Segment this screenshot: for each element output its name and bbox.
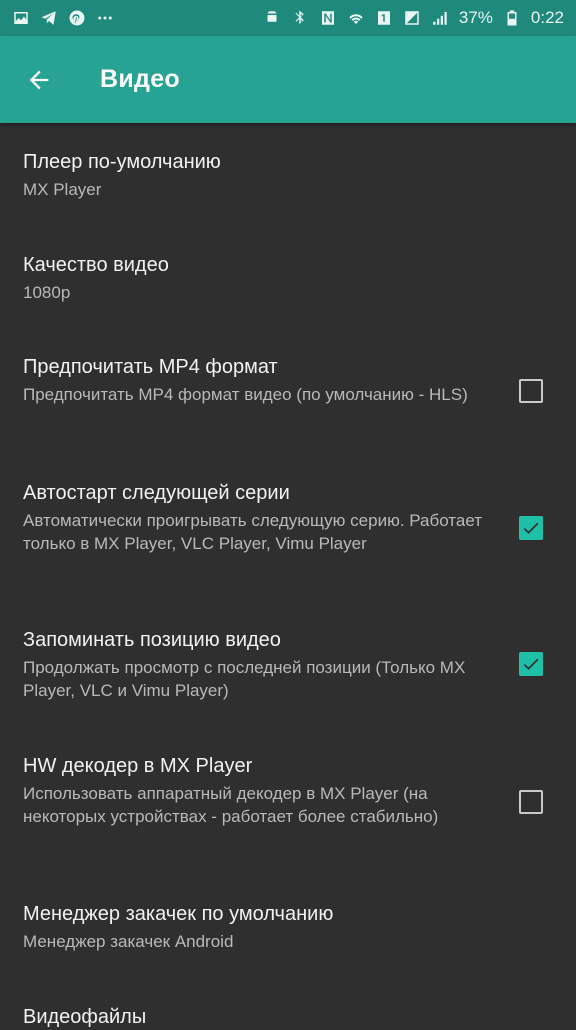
image-icon xyxy=(12,9,30,27)
setting-prefer-mp4[interactable]: Предпочитать MP4 формат Предпочитать MP4… xyxy=(0,354,576,406)
setting-title: Предпочитать MP4 формат xyxy=(23,356,278,378)
more-dots-icon xyxy=(96,9,114,27)
setting-default-player[interactable]: Плеер по-умолчанию MX Player xyxy=(0,149,576,201)
prefer-mp4-checkbox[interactable] xyxy=(519,379,543,403)
telegram-icon xyxy=(40,9,58,27)
nfc-icon xyxy=(319,9,337,27)
setting-subtitle: MX Player xyxy=(23,180,102,199)
setting-subtitle: Продолжать просмотр с последней позиции … xyxy=(23,658,466,700)
setting-title: Качество видео xyxy=(23,254,169,276)
status-bar-left xyxy=(12,9,114,27)
android-icon xyxy=(263,9,281,27)
app-bar: Видео xyxy=(0,36,576,123)
status-bar: 37% 0:22 xyxy=(0,0,576,36)
setting-title: HW декодер в MX Player xyxy=(23,755,253,777)
setting-title: Запоминать позицию видео xyxy=(23,629,281,651)
setting-autostart-next[interactable]: Автостарт следующей серии Автоматически … xyxy=(0,480,576,555)
setting-remember-position[interactable]: Запоминать позицию видео Продолжать прос… xyxy=(0,627,576,702)
setting-download-manager[interactable]: Менеджер закачек по умолчанию Менеджер з… xyxy=(0,901,576,953)
back-button[interactable] xyxy=(24,65,54,95)
pinterest-icon xyxy=(68,9,86,27)
setting-subtitle: Менеджер закачек Android xyxy=(23,932,234,951)
setting-video-files[interactable]: Видеофайлы xyxy=(0,1004,576,1030)
arrow-back-icon xyxy=(29,70,49,89)
signal-icon-2 xyxy=(431,9,449,27)
clock: 0:22 xyxy=(530,8,564,27)
setting-subtitle: 1080p xyxy=(23,283,71,302)
check-icon xyxy=(523,522,539,534)
battery-percent: 37% xyxy=(458,8,493,27)
bluetooth-icon xyxy=(291,9,309,27)
sim-1-icon xyxy=(375,9,393,27)
remember-position-checkbox[interactable] xyxy=(519,652,543,676)
battery-icon xyxy=(503,9,521,27)
setting-title: Видеофайлы xyxy=(23,1006,147,1028)
setting-hw-decoder[interactable]: HW декодер в MX Player Использовать аппа… xyxy=(0,753,576,828)
setting-subtitle: Автоматически проигрывать следующую сери… xyxy=(23,511,483,553)
hw-decoder-checkbox[interactable] xyxy=(519,790,543,814)
status-bar-right: 37% 0:22 xyxy=(263,8,564,28)
autostart-next-checkbox[interactable] xyxy=(519,516,543,540)
wifi-icon xyxy=(347,9,365,27)
page-title: Видео xyxy=(100,65,180,93)
setting-title: Автостарт следующей серии xyxy=(23,482,290,504)
check-icon xyxy=(523,658,539,670)
setting-title: Плеер по-умолчанию xyxy=(23,151,221,173)
setting-title: Менеджер закачек по умолчанию xyxy=(23,903,334,925)
setting-subtitle: Использовать аппаратный декодер в MX Pla… xyxy=(23,784,439,826)
signal-icon xyxy=(403,9,421,27)
setting-video-quality[interactable]: Качество видео 1080p xyxy=(0,252,576,304)
setting-subtitle: Предпочитать MP4 формат видео (по умолча… xyxy=(23,385,468,404)
